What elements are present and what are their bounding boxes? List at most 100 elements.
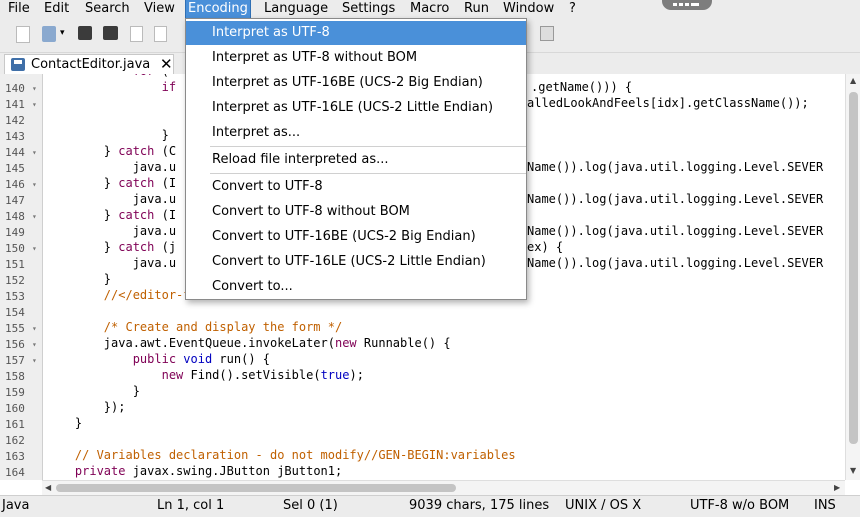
fold-toggle-icon[interactable]: ▾ (32, 340, 37, 349)
menu-item-convert-to[interactable]: Convert to... (186, 275, 526, 299)
menu-settings[interactable]: Settings (340, 0, 397, 18)
scroll-up-icon[interactable]: ▲ (850, 76, 856, 85)
line-number-text: 164 (5, 466, 25, 479)
code-line: } catch (I (46, 176, 177, 190)
line-number-text: 153 (5, 290, 25, 303)
close-file-icon[interactable] (130, 26, 143, 42)
line-number-text: 155 (5, 322, 25, 335)
menu-item-convert-utf8-no-bom[interactable]: Convert to UTF-8 without BOM (186, 200, 526, 224)
menu-item-convert-utf8[interactable]: Convert to UTF-8 (186, 175, 526, 199)
code-line: // Variables declaration - do not modify… (46, 448, 516, 462)
code-line: java.u (46, 256, 177, 270)
code-line: } catch (C (46, 144, 177, 158)
code-line: /* Create and display the form */ (46, 320, 343, 334)
menu-window[interactable]: Window (501, 0, 556, 18)
menu-item-interpret-as[interactable]: Interpret as... (186, 121, 526, 145)
line-number-text: 142 (5, 114, 25, 127)
line-number-text: 151 (5, 258, 25, 271)
open-dropdown-icon[interactable]: ▾ (60, 28, 70, 44)
vertical-scroll-thumb[interactable] (849, 92, 858, 444)
menu-file[interactable]: File (6, 0, 32, 18)
scroll-right-icon[interactable]: ▶ (834, 483, 840, 492)
menu-item-interpret-utf16le[interactable]: Interpret as UTF-16LE (UCS-2 Little Endi… (186, 96, 526, 120)
menu-separator (210, 173, 526, 174)
line-number-text: 163 (5, 450, 25, 463)
horizontal-scrollbar[interactable]: ◀ ▶ (42, 480, 845, 495)
code-line: } catch (j (46, 240, 177, 254)
fold-toggle-icon[interactable]: ▾ (32, 324, 37, 333)
menu-edit[interactable]: Edit (42, 0, 71, 18)
save-all-icon[interactable] (103, 26, 118, 40)
tab-contacteditor[interactable]: ContactEditor.java ✕ (4, 54, 174, 75)
code-line: } (46, 416, 83, 430)
menu-run[interactable]: Run (462, 0, 491, 18)
line-number-text: 143 (5, 130, 25, 143)
fold-toggle-icon[interactable]: ▾ (32, 244, 37, 253)
menu-item-convert-utf16le[interactable]: Convert to UTF-16LE (UCS-2 Little Endian… (186, 250, 526, 274)
menu-search[interactable]: Search (83, 0, 132, 18)
line-number-text: 140 (5, 82, 25, 95)
menu-bar: File Edit Search View Encoding Language … (0, 0, 860, 19)
code-line: } (46, 128, 169, 142)
new-file-icon[interactable] (16, 26, 30, 43)
status-eol: UNIX / OS X (565, 498, 642, 513)
code-line: } (46, 272, 112, 286)
line-number-text: 144 (5, 146, 25, 159)
code-line: } (46, 384, 140, 398)
line-number-text: 149 (5, 226, 25, 239)
line-number-text: 145 (5, 162, 25, 175)
code-fragment: Name()).log(java.util.logging.Level.SEVE… (527, 256, 824, 270)
menu-separator (210, 146, 526, 147)
code-fragment: Name()).log(java.util.logging.Level.SEVE… (527, 192, 824, 206)
scroll-down-icon[interactable]: ▼ (850, 466, 856, 475)
fold-toggle-icon[interactable]: ▾ (32, 356, 37, 365)
line-number-text: 150 (5, 242, 25, 255)
code-line: java.awt.EventQueue.invokeLater(new Runn… (46, 336, 451, 350)
open-file-icon[interactable] (42, 26, 56, 42)
menu-help[interactable]: ? (567, 0, 578, 18)
status-counts: 9039 chars, 175 lines (409, 498, 550, 513)
status-language: Java (2, 498, 30, 513)
line-number-text: 154 (5, 306, 25, 319)
menu-item-interpret-utf16be[interactable]: Interpret as UTF-16BE (UCS-2 Big Endian) (186, 71, 526, 95)
code-fragment: alledLookAndFeels[idx].getClassName()); (527, 96, 809, 110)
line-number-text: 160 (5, 402, 25, 415)
line-number-text: 162 (5, 434, 25, 447)
status-bar: Java Ln 1, col 1 Sel 0 (1) 9039 chars, 1… (0, 495, 860, 517)
fold-toggle-icon[interactable]: ▾ (32, 180, 37, 189)
save-macro-icon[interactable] (540, 26, 554, 41)
line-number-text: 157 (5, 354, 25, 367)
line-number-text: 146 (5, 178, 25, 191)
menu-encoding[interactable]: Encoding (185, 0, 251, 19)
close-all-icon[interactable] (154, 26, 167, 42)
menu-language[interactable]: Language (262, 0, 330, 18)
status-encoding: UTF-8 w/o BOM (690, 498, 790, 513)
tab-label: ContactEditor.java (31, 57, 151, 72)
menu-view[interactable]: View (142, 0, 177, 18)
code-line: java.u (46, 160, 177, 174)
code-line: public void run() { (132, 352, 270, 366)
code-line: private javax.swing.JButton jButton1; (74, 464, 343, 478)
line-number-text: 148 (5, 210, 25, 223)
code-fragment: .getName())) { (531, 80, 633, 94)
window-control-handle[interactable] (662, 0, 712, 10)
menu-item-interpret-utf8-no-bom[interactable]: Interpret as UTF-8 without BOM (186, 46, 526, 70)
code-fragment: Name()).log(java.util.logging.Level.SEVE… (527, 160, 824, 174)
vertical-scrollbar[interactable]: ▲ ▼ (845, 74, 860, 480)
horizontal-scroll-thumb[interactable] (56, 484, 456, 492)
fold-toggle-icon[interactable]: ▾ (32, 212, 37, 221)
scroll-left-icon[interactable]: ◀ (45, 483, 51, 492)
close-tab-icon[interactable]: ✕ (160, 55, 173, 73)
fold-toggle-icon[interactable]: ▾ (32, 148, 37, 157)
code-line: if ( (161, 80, 191, 94)
line-number-text: 152 (5, 274, 25, 287)
save-icon[interactable] (78, 26, 92, 40)
encoding-menu-dropdown: Interpret as UTF-8 Interpret as UTF-8 wi… (185, 18, 527, 300)
menu-item-convert-utf16be[interactable]: Convert to UTF-16BE (UCS-2 Big Endian) (186, 225, 526, 249)
menu-item-reload-interpreted[interactable]: Reload file interpreted as... (186, 148, 526, 172)
fold-toggle-icon[interactable]: ▾ (32, 84, 37, 93)
menu-macro[interactable]: Macro (408, 0, 451, 18)
menu-item-interpret-utf8[interactable]: Interpret as UTF-8 (186, 21, 526, 45)
fold-toggle-icon[interactable]: ▾ (32, 100, 37, 109)
line-number-text: 147 (5, 194, 25, 207)
